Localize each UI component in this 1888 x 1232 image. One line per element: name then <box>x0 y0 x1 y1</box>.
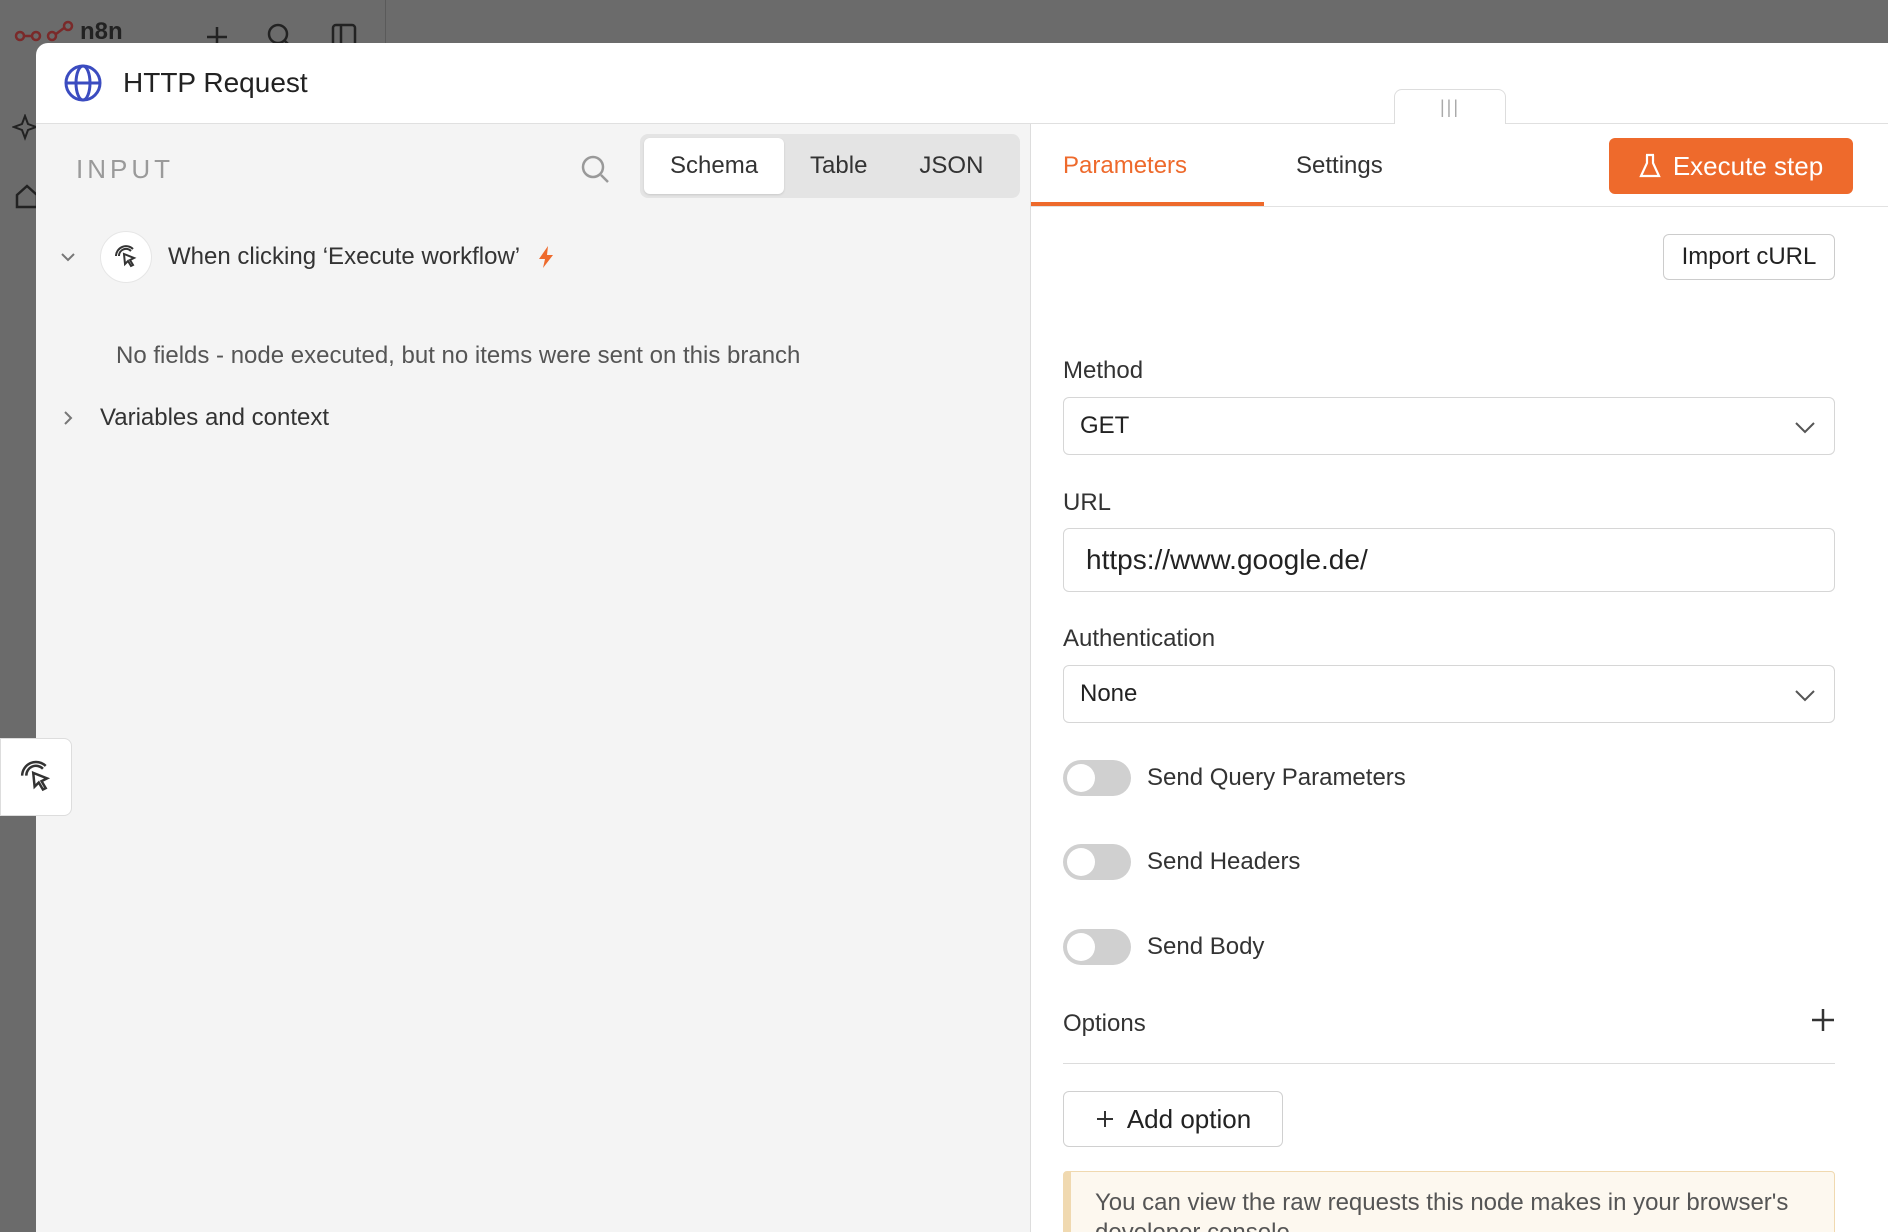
active-tab-indicator <box>1031 202 1264 206</box>
parameters-tabs: Parameters Settings Execute step <box>1031 124 1888 207</box>
variables-context-label: Variables and context <box>100 404 330 431</box>
lightning-icon <box>539 246 554 268</box>
developer-console-notice: You can view the raw requests this node … <box>1063 1171 1835 1232</box>
trigger-node-icon <box>100 231 152 283</box>
send-query-parameters-label: Send Query Parameters <box>1147 764 1406 791</box>
pointer-click-icon <box>20 760 51 792</box>
method-value: GET <box>1080 412 1130 439</box>
options-label: Options <box>1063 1010 1146 1037</box>
authentication-select[interactable]: None <box>1063 665 1835 723</box>
flask-icon <box>1639 153 1661 178</box>
plus-icon[interactable] <box>1809 1006 1837 1034</box>
add-option-button[interactable]: Add option <box>1063 1091 1283 1147</box>
chevron-down-icon[interactable] <box>56 245 80 269</box>
modal-title: HTTP Request <box>123 67 308 98</box>
chevron-down-icon <box>1795 690 1815 702</box>
n8n-logo-text: n8n <box>80 18 123 45</box>
tab-table[interactable]: Table <box>784 138 893 194</box>
send-body-row: Send Body <box>1063 929 1264 965</box>
import-curl-button[interactable]: Import cURL <box>1663 234 1835 280</box>
method-label: Method <box>1063 357 1144 384</box>
execute-step-label: Execute step <box>1672 150 1824 181</box>
plus-icon <box>1096 1111 1113 1127</box>
tab-settings[interactable]: Settings <box>1296 152 1383 180</box>
options-divider <box>1063 1063 1835 1064</box>
authentication-label: Authentication <box>1063 625 1216 652</box>
execute-step-button[interactable]: Execute step <box>1609 138 1853 194</box>
method-select[interactable]: GET <box>1063 397 1835 455</box>
chevron-down-icon <box>1795 422 1815 434</box>
add-option-label: Add option <box>1126 1103 1252 1134</box>
pointer-click-icon <box>115 245 137 268</box>
send-query-parameters-toggle[interactable] <box>1063 760 1131 796</box>
tab-json[interactable]: JSON <box>893 138 1009 194</box>
url-input[interactable]: https://www.google.de/ <box>1063 528 1835 592</box>
background-divider <box>385 0 386 44</box>
input-panel: INPUT Schema Table JSON When clicking ‘E… <box>36 124 1031 1232</box>
send-body-label: Send Body <box>1147 933 1265 960</box>
toggle-knob <box>1067 764 1095 792</box>
authentication-value: None <box>1080 680 1138 707</box>
send-headers-toggle[interactable] <box>1063 844 1131 880</box>
search-icon[interactable] <box>580 154 610 184</box>
send-query-parameters-row: Send Query Parameters <box>1063 760 1406 796</box>
trigger-node-row[interactable]: When clicking ‘Execute workflow’ <box>56 231 556 283</box>
url-label: URL <box>1063 489 1112 516</box>
panel-drag-handle[interactable]: ||| <box>1394 89 1506 124</box>
input-view-tabs: Schema Table JSON <box>640 134 1020 198</box>
no-fields-message: No fields - node executed, but no items … <box>116 342 801 369</box>
n8n-logo-icon <box>14 20 74 42</box>
input-panel-label: INPUT <box>76 154 174 184</box>
trigger-node-name: When clicking ‘Execute workflow’ <box>168 243 521 270</box>
tab-schema[interactable]: Schema <box>644 138 785 194</box>
chevron-right-icon[interactable] <box>56 406 80 430</box>
globe-icon <box>64 64 102 102</box>
toggle-knob <box>1067 933 1095 961</box>
sparkle-icon[interactable] <box>12 114 38 142</box>
toggle-knob <box>1067 848 1095 876</box>
node-details-modal: HTTP Request ||| INPUT Schema Table JSON… <box>36 43 1888 1232</box>
send-headers-label: Send Headers <box>1147 848 1301 875</box>
tab-parameters[interactable]: Parameters <box>1063 152 1187 180</box>
modal-header: HTTP Request <box>36 43 1888 124</box>
send-body-toggle[interactable] <box>1063 929 1131 965</box>
parameters-panel: Parameters Settings Execute step Import … <box>1031 124 1888 1232</box>
send-headers-row: Send Headers <box>1063 844 1300 880</box>
n8n-logo: n8n <box>14 18 123 46</box>
variables-context-row[interactable]: Variables and context <box>56 404 329 432</box>
trigger-node-shortcut[interactable] <box>0 738 72 816</box>
